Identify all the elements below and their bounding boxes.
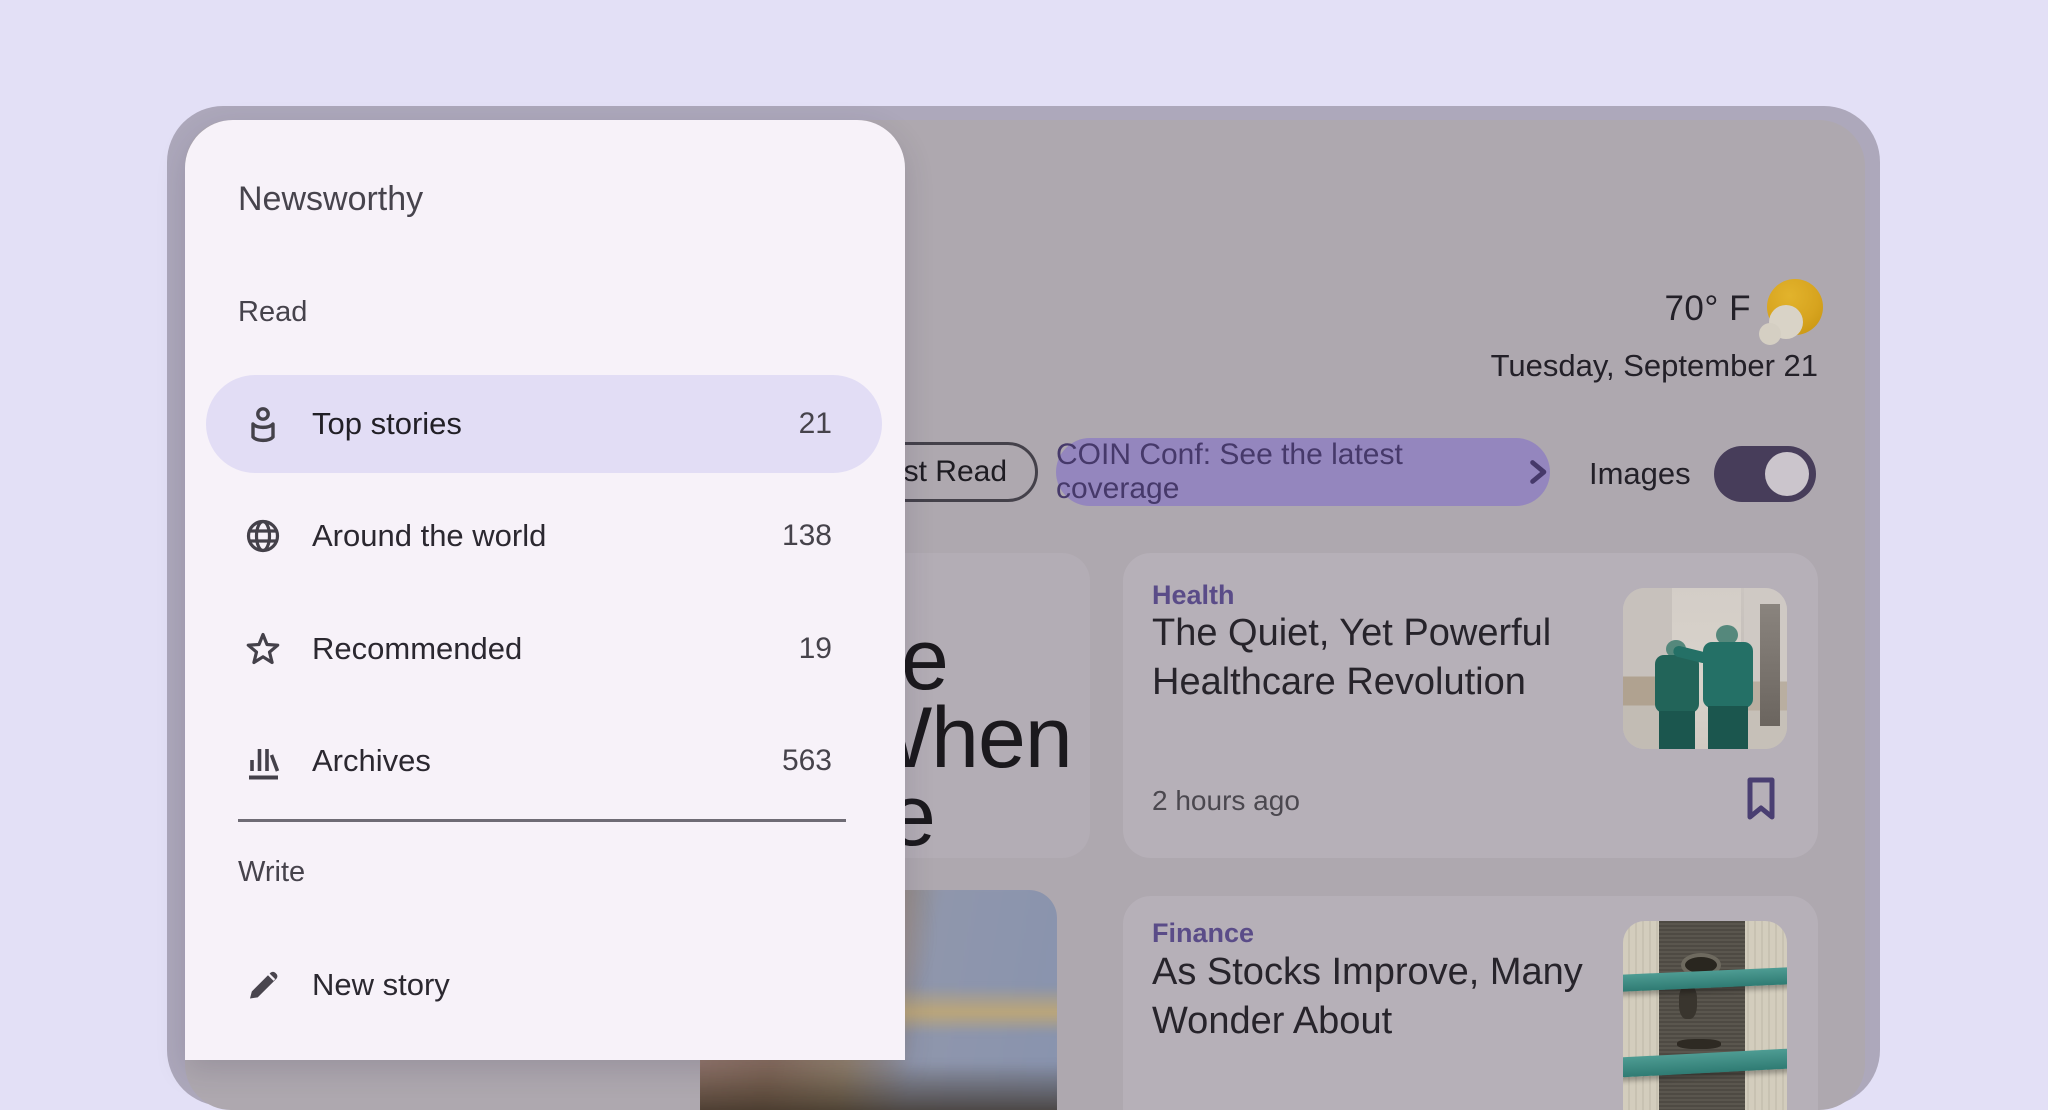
article-category: Health: [1152, 580, 1235, 611]
sidebar-item-count: 19: [799, 632, 832, 666]
nurse-figure-right: [1703, 625, 1753, 749]
bill-mouth: [1677, 1039, 1721, 1049]
article-image-healthcare: [1623, 588, 1787, 749]
top-stories-icon: [243, 404, 283, 444]
most-read-chip-label: st Read: [904, 455, 1007, 489]
article-image-finance: [1623, 921, 1787, 1110]
sidebar-item-new-story[interactable]: New story: [206, 936, 882, 1034]
pencil-icon: [243, 965, 283, 1005]
coin-conf-chip-label: COIN Conf: See the latest coverage: [1056, 438, 1509, 506]
temperature-label: 70° F: [1664, 289, 1751, 329]
bill-nose: [1679, 985, 1697, 1019]
article-card-finance[interactable]: Finance As Stocks Improve, Many Wonder A…: [1123, 896, 1818, 1110]
section-label-write: Write: [238, 856, 305, 889]
corridor-door: [1760, 604, 1780, 726]
sidebar-item-around-the-world[interactable]: Around the world 138: [206, 487, 882, 585]
sidebar-item-label: Archives: [312, 743, 431, 779]
star-icon: [243, 629, 283, 669]
sun-behind-cloud-icon: [1763, 279, 1823, 339]
weather-widget: 70° F: [1664, 278, 1823, 340]
images-toggle-thumb: [1765, 452, 1809, 496]
scrub-pants: [1659, 711, 1695, 749]
scrub-pants: [1708, 706, 1748, 749]
section-label-read: Read: [238, 296, 307, 329]
coin-conf-chip[interactable]: COIN Conf: See the latest coverage: [1056, 438, 1550, 506]
bookmark-icon[interactable]: [1746, 777, 1776, 821]
sidebar-item-label: Recommended: [312, 631, 522, 667]
navigation-drawer: Newsworthy Read Top stories 21 Around th…: [185, 120, 905, 1060]
app-title: Newsworthy: [238, 180, 423, 219]
images-toggle[interactable]: [1714, 446, 1816, 502]
bar-chart-icon: [243, 741, 283, 781]
article-title: The Quiet, Yet Powerful Healthcare Revol…: [1152, 609, 1622, 707]
chevron-right-icon: [1525, 459, 1550, 485]
article-title: As Stocks Improve, Many Wonder About: [1152, 948, 1622, 1046]
article-timestamp: 2 hours ago: [1152, 785, 1300, 817]
sidebar-item-label: Around the world: [312, 518, 546, 554]
sidebar-item-label: New story: [312, 967, 450, 1003]
cloud-circle-small: [1759, 323, 1781, 345]
sidebar-item-count: 563: [782, 744, 832, 778]
sidebar-item-label: Top stories: [312, 406, 462, 442]
images-toggle-label: Images: [1589, 456, 1689, 492]
sidebar-item-archives[interactable]: Archives 563: [206, 712, 882, 810]
sidebar-item-count: 21: [799, 407, 832, 441]
date-row: Tuesday, September 21: [1491, 348, 1818, 384]
sidebar-item-count: 138: [782, 519, 832, 553]
sidebar-item-top-stories[interactable]: Top stories 21: [206, 375, 882, 473]
article-card-health[interactable]: Health The Quiet, Yet Powerful Healthcar…: [1123, 553, 1818, 858]
photo-dark-area: [700, 1062, 1057, 1110]
article-category: Finance: [1152, 918, 1254, 949]
scrub-top: [1703, 642, 1753, 708]
screen: { "app": { "title": "Newsworthy" }, "dra…: [0, 0, 2048, 1040]
drawer-divider: [238, 819, 846, 822]
date-label: Tuesday, September 21: [1491, 348, 1818, 383]
globe-icon: [243, 516, 283, 556]
sidebar-item-recommended[interactable]: Recommended 19: [206, 600, 882, 698]
scrub-top: [1655, 655, 1699, 713]
bookmark-outline: [1746, 777, 1776, 821]
bill-engraving: [1659, 921, 1745, 1110]
